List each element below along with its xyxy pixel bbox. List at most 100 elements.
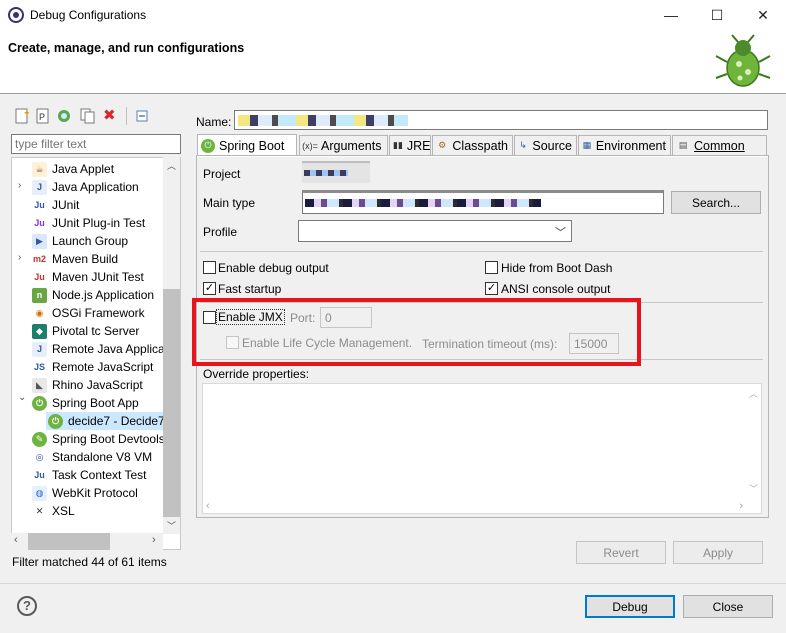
rhino-icon: ◣ bbox=[32, 377, 47, 393]
tab-environment[interactable]: ▦ Environment bbox=[578, 135, 671, 155]
fast-startup-checkbox[interactable]: ✓ bbox=[203, 282, 216, 295]
title-bar: Debug Configurations — ☐ ✕ bbox=[0, 0, 786, 30]
tree-item[interactable]: ◣ Rhino JavaScript bbox=[32, 376, 143, 394]
tree-scroll-thumb[interactable] bbox=[163, 289, 180, 517]
tree-item-label: XSL bbox=[52, 504, 75, 518]
tree-item[interactable]: ✎ Spring Boot Devtools bbox=[32, 430, 165, 448]
tree-item-label: JUnit bbox=[52, 198, 80, 212]
hide-from-boot-dash-checkbox[interactable] bbox=[485, 261, 498, 274]
tab-arguments[interactable]: (x)= Arguments bbox=[299, 135, 388, 155]
tree-item-label: Node.js Application bbox=[52, 288, 155, 302]
tab-spring-boot[interactable]: ⏻ Spring Boot bbox=[197, 134, 297, 156]
tree-item[interactable]: Ju JUnit Plug-in Test bbox=[32, 214, 145, 232]
webkit-icon: ◍ bbox=[32, 485, 47, 501]
junit-plugin-icon: Ju bbox=[32, 215, 47, 231]
tree-item[interactable]: J Java Application bbox=[32, 178, 139, 196]
eclipse-icon bbox=[8, 7, 24, 23]
tab-label: Classpath bbox=[452, 138, 508, 153]
export-icon[interactable] bbox=[56, 108, 72, 124]
tree-item[interactable]: JS Remote JavaScript bbox=[32, 358, 153, 376]
tree-item[interactable]: ◎ Standalone V8 VM bbox=[32, 448, 152, 466]
spring-boot-tab-icon: ⏻ bbox=[201, 138, 215, 153]
tree-item[interactable]: Ju JUnit bbox=[32, 196, 79, 214]
project-field[interactable] bbox=[302, 161, 370, 183]
hide-from-boot-dash-label: Hide from Boot Dash bbox=[501, 261, 613, 275]
arguments-icon: (x)= bbox=[302, 140, 318, 151]
minimize-button[interactable]: — bbox=[648, 0, 694, 30]
launch-group-icon: ▶ bbox=[32, 233, 47, 249]
enable-debug-output-checkbox[interactable] bbox=[203, 261, 216, 274]
tree-item[interactable]: m2 Maven Build bbox=[32, 250, 118, 268]
tree-item-label: decide7 - Decide7 bbox=[68, 414, 165, 428]
redacted-project bbox=[304, 170, 348, 176]
tree-vertical-scrollbar[interactable]: ︿ ﹀ bbox=[163, 157, 180, 534]
spring-boot-icon: ⏻ bbox=[32, 395, 47, 411]
tree-item-label: Maven JUnit Test bbox=[52, 270, 144, 284]
collapse-all-icon[interactable] bbox=[134, 108, 150, 124]
new-prototype-icon[interactable]: P bbox=[35, 108, 51, 124]
xsl-icon: ✕ bbox=[32, 503, 47, 519]
tree-item[interactable]: ◉ OSGi Framework bbox=[32, 304, 145, 322]
main-type-field[interactable] bbox=[302, 190, 664, 214]
name-field[interactable] bbox=[234, 110, 768, 130]
name-label: Name: bbox=[196, 115, 232, 129]
debug-configurations-window: Debug Configurations — ☐ ✕ Create, manag… bbox=[0, 0, 786, 633]
duplicate-icon[interactable] bbox=[80, 108, 96, 124]
debug-button[interactable]: Debug bbox=[585, 595, 675, 618]
tree-item[interactable]: Ju Maven JUnit Test bbox=[32, 268, 144, 286]
tree-item[interactable]: ☕ Java Applet bbox=[32, 160, 114, 178]
tab-label: Arguments bbox=[321, 138, 382, 153]
tree-item[interactable]: Ju Task Context Test bbox=[32, 466, 147, 484]
tab-jre[interactable]: ▮▮ JRE bbox=[389, 135, 431, 155]
filter-input[interactable] bbox=[11, 134, 181, 154]
close-button[interactable]: Close bbox=[683, 595, 773, 618]
override-properties-textarea[interactable]: ︿ ﹀ ‹ › bbox=[202, 383, 762, 514]
osgi-icon: ◉ bbox=[32, 305, 47, 321]
ansi-console-output-label: ANSI console output bbox=[501, 282, 611, 296]
collapsed-chevron-icon[interactable]: › bbox=[18, 180, 21, 191]
tree-item-label: Rhino JavaScript bbox=[52, 378, 143, 392]
close-window-button[interactable]: ✕ bbox=[740, 0, 786, 30]
tree-item-label: Java Applet bbox=[52, 162, 115, 176]
new-configuration-icon[interactable]: ✦ bbox=[14, 108, 31, 124]
maven-junit-icon: Ju bbox=[32, 269, 47, 285]
project-label: Project bbox=[203, 167, 241, 181]
toolbar-separator bbox=[126, 107, 127, 125]
tab-label: JRE bbox=[406, 138, 431, 153]
spring-devtools-icon: ✎ bbox=[32, 431, 47, 447]
ansi-console-output-checkbox[interactable]: ✓ bbox=[485, 282, 498, 295]
tree-item[interactable]: ◆ Pivotal tc Server bbox=[32, 322, 139, 340]
tree-item[interactable]: ✕ XSL bbox=[32, 502, 75, 520]
bug-icon bbox=[715, 34, 771, 87]
tree-horizontal-scrollbar[interactable]: ‹ › bbox=[11, 533, 163, 550]
tree-item-label: Spring Boot Devtools bbox=[52, 432, 165, 446]
expanded-chevron-icon[interactable]: ⌄ bbox=[18, 392, 26, 403]
source-icon: ↳ bbox=[519, 140, 527, 150]
tree-item[interactable]: n Node.js Application bbox=[32, 286, 154, 304]
tab-label: Common bbox=[694, 138, 745, 153]
tree-item[interactable]: ◍ WebKit Protocol bbox=[32, 484, 138, 502]
revert-button[interactable]: Revert bbox=[576, 541, 666, 564]
tree-item[interactable]: ⏻ Spring Boot App bbox=[32, 394, 139, 412]
search-button[interactable]: Search... bbox=[671, 191, 761, 214]
tab-source[interactable]: ↳ Source bbox=[514, 135, 577, 155]
jre-icon: ▮▮ bbox=[393, 140, 403, 150]
highlight-box bbox=[192, 298, 641, 366]
tab-common[interactable]: ▤ Common bbox=[672, 135, 767, 155]
collapsed-chevron-icon[interactable]: › bbox=[18, 252, 21, 263]
tree-item[interactable]: ⏻ decide7 - Decide7 bbox=[46, 412, 180, 430]
tree-item[interactable]: J Remote Java Applicati bbox=[32, 340, 171, 358]
tree-item-label: Remote Java Applicati bbox=[52, 342, 171, 356]
enable-debug-output-label: Enable debug output bbox=[218, 261, 329, 275]
tree-item[interactable]: ▶ Launch Group bbox=[32, 232, 128, 250]
apply-button[interactable]: Apply bbox=[673, 541, 763, 564]
task-context-icon: Ju bbox=[32, 467, 47, 483]
delete-icon[interactable]: ✖ bbox=[103, 108, 119, 124]
tab-classpath[interactable]: ⚙ Classpath bbox=[432, 135, 513, 155]
profile-dropdown[interactable]: ﹀ bbox=[298, 220, 572, 242]
help-icon[interactable]: ? bbox=[17, 596, 37, 616]
tree-hscroll-thumb[interactable] bbox=[28, 533, 110, 550]
maximize-button[interactable]: ☐ bbox=[694, 0, 740, 30]
tree-item-label: Pivotal tc Server bbox=[52, 324, 140, 338]
redacted-name bbox=[238, 115, 408, 126]
